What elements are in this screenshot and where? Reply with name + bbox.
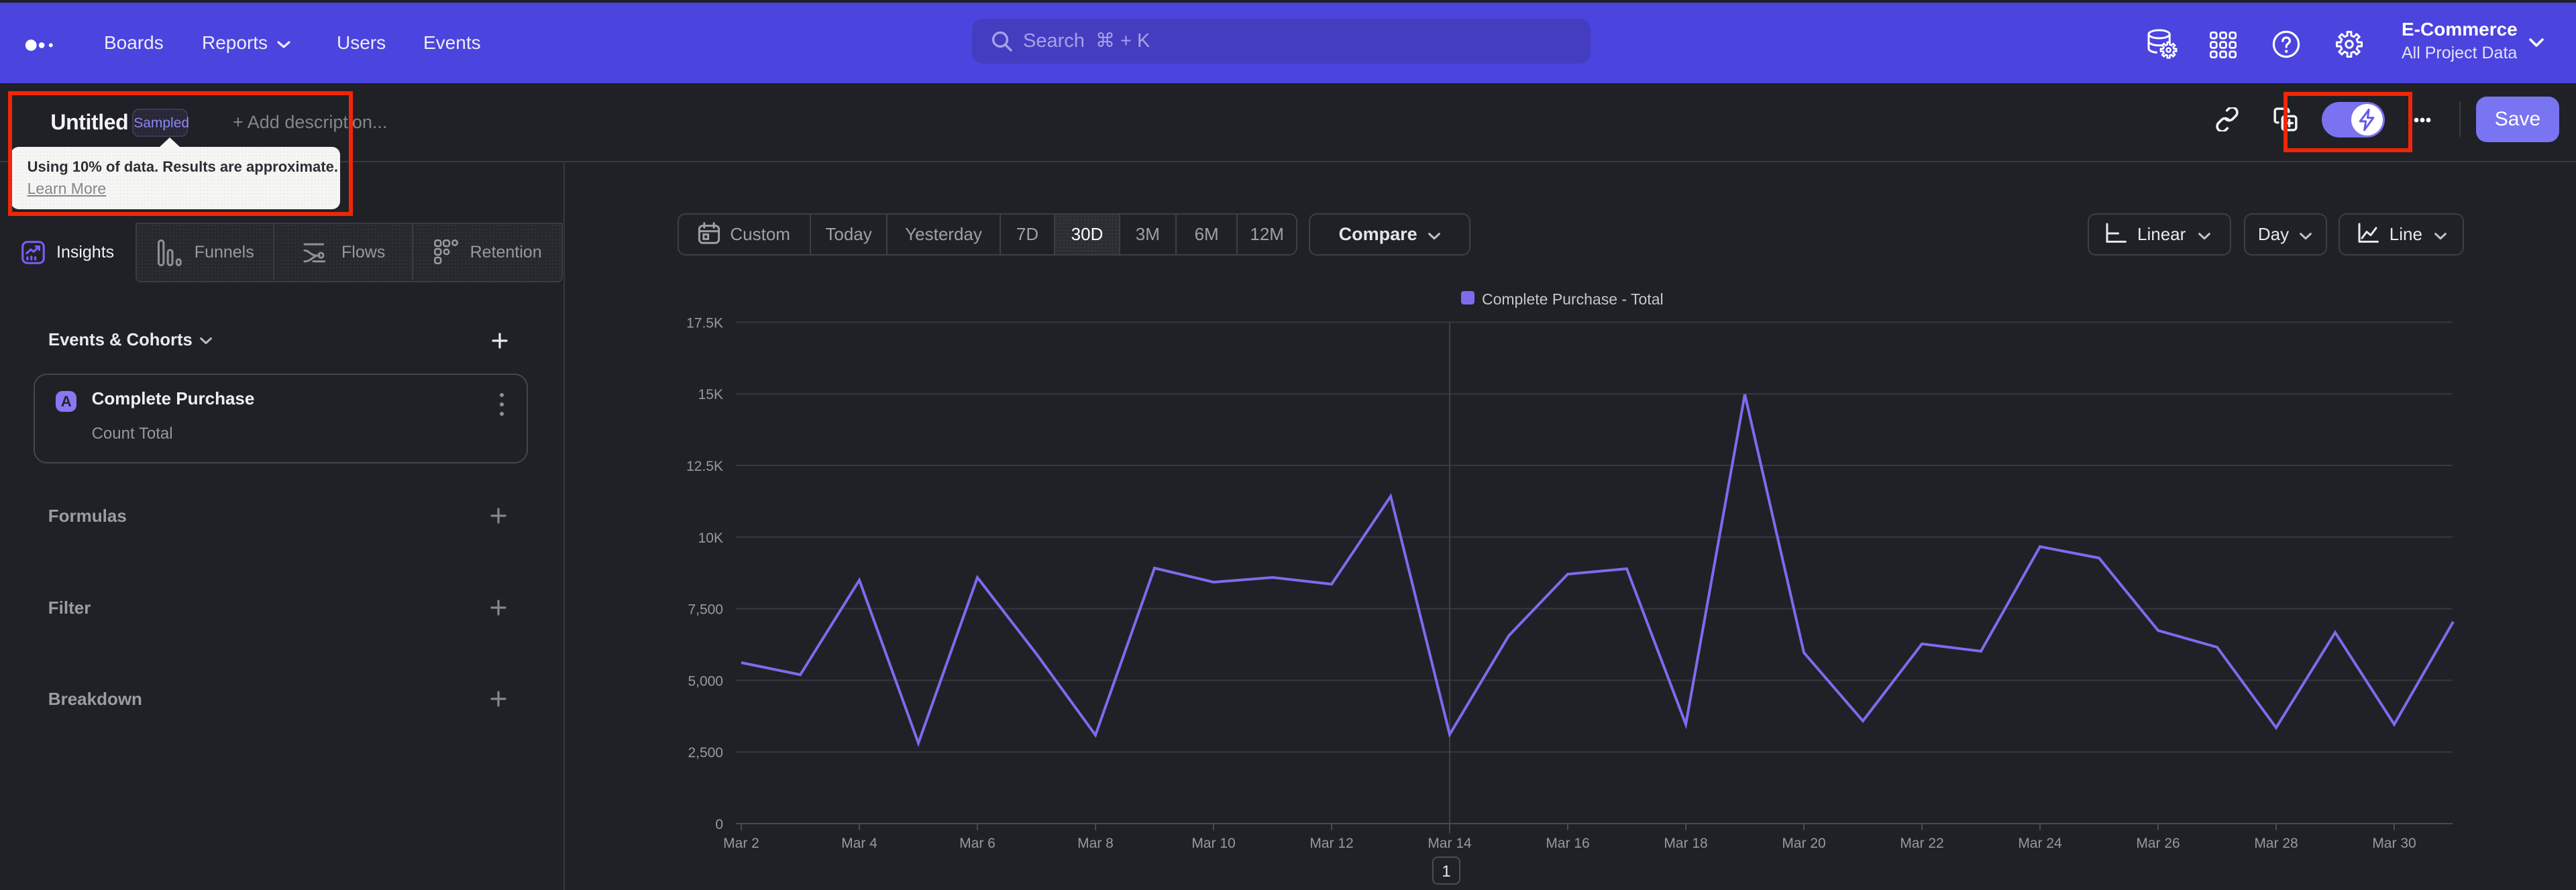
svg-text:5,000: 5,000 [688, 673, 723, 689]
svg-text:Mar 28: Mar 28 [2254, 836, 2298, 851]
svg-text:Mar 8: Mar 8 [1077, 836, 1114, 851]
svg-text:Mar 4: Mar 4 [841, 836, 877, 851]
svg-text:Mar 20: Mar 20 [1782, 836, 1825, 851]
svg-text:Mar 26: Mar 26 [2136, 836, 2180, 851]
svg-text:10K: 10K [698, 531, 723, 546]
svg-text:Mar 18: Mar 18 [1664, 836, 1707, 851]
svg-text:Mar 30: Mar 30 [2372, 836, 2416, 851]
svg-text:Mar 24: Mar 24 [2018, 836, 2062, 851]
svg-text:12.5K: 12.5K [686, 459, 723, 474]
svg-text:7,500: 7,500 [688, 602, 723, 618]
svg-text:Mar 22: Mar 22 [1900, 836, 1943, 851]
svg-text:Mar 10: Mar 10 [1191, 836, 1235, 851]
svg-text:0: 0 [715, 817, 723, 832]
svg-text:Mar 16: Mar 16 [1546, 836, 1589, 851]
svg-text:Mar 6: Mar 6 [959, 836, 996, 851]
svg-text:Mar 14: Mar 14 [1428, 836, 1472, 851]
svg-text:Mar 2: Mar 2 [723, 836, 759, 851]
svg-text:17.5K: 17.5K [686, 315, 723, 331]
svg-text:2,500: 2,500 [688, 745, 723, 761]
svg-text:Mar 12: Mar 12 [1309, 836, 1353, 851]
svg-text:15K: 15K [698, 387, 723, 402]
